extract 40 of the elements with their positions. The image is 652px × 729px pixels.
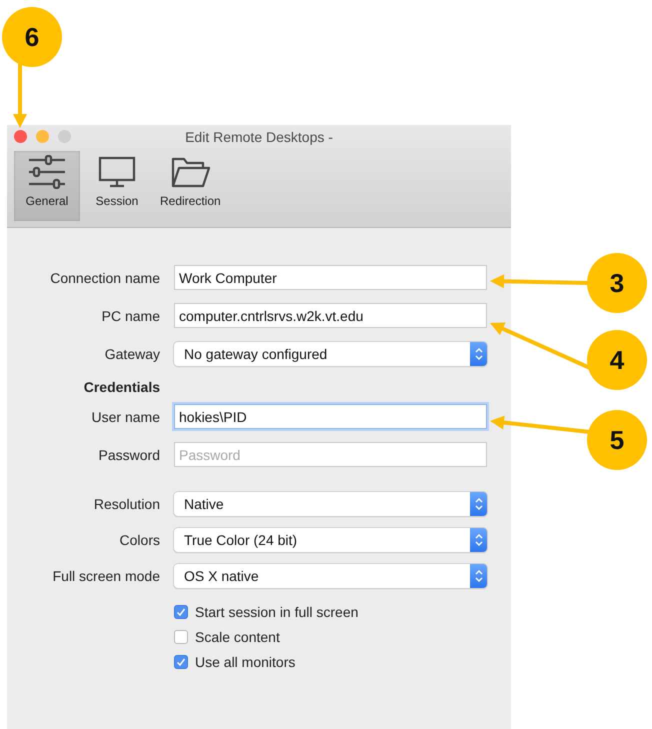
stepper-icon <box>470 528 487 552</box>
callout-badge: 5 <box>587 410 647 470</box>
monitor-icon <box>97 155 137 189</box>
checkbox-label: Scale content <box>195 628 280 644</box>
toolbar-tab[interactable]: General <box>14 151 80 221</box>
checkbox[interactable] <box>174 654 188 668</box>
input-field[interactable]: Password <box>174 442 487 467</box>
field-label: User name <box>90 408 160 424</box>
dropdown[interactable]: Native <box>174 492 487 516</box>
folder-icon <box>170 155 210 189</box>
field-label: Resolution <box>92 496 160 512</box>
callout-badge: 4 <box>587 330 647 390</box>
input-field[interactable]: hokies\PID <box>174 404 487 429</box>
field-label: Connection name <box>49 270 160 286</box>
stepper-icon <box>470 564 487 588</box>
checkbox-label: Start session in full screen <box>195 604 358 620</box>
checkbox[interactable] <box>174 630 188 644</box>
checkbox-label: Use all monitors <box>195 654 296 670</box>
checkbox[interactable] <box>174 604 188 618</box>
field-label: Colors <box>118 532 160 548</box>
field-label: Password <box>98 446 160 462</box>
minimize-button[interactable] <box>36 130 49 143</box>
window-title: Edit Remote Desktops - <box>185 129 333 145</box>
field-label: Full screen mode <box>52 568 160 584</box>
toolbar-tab[interactable]: Session <box>84 151 150 221</box>
callout-badge: 6 <box>2 7 62 67</box>
sliders-icon <box>27 155 67 189</box>
field-label: PC name <box>100 308 160 324</box>
stepper-icon <box>470 492 487 516</box>
callout-badge: 3 <box>587 253 647 313</box>
toolbar-tab[interactable]: Redirection <box>154 151 227 221</box>
stepper-icon <box>470 342 487 366</box>
dropdown[interactable]: True Color (24 bit) <box>174 528 487 552</box>
input-field[interactable]: Work Computer <box>174 265 487 290</box>
section-heading: Credentials <box>82 379 160 395</box>
close-button[interactable] <box>14 130 27 143</box>
field-label: Gateway <box>104 346 160 362</box>
dropdown[interactable]: No gateway configured <box>174 342 487 366</box>
dropdown[interactable]: OS X native <box>174 564 487 588</box>
input-field[interactable]: computer.cntrlsrvs.w2k.vt.edu <box>174 303 487 328</box>
